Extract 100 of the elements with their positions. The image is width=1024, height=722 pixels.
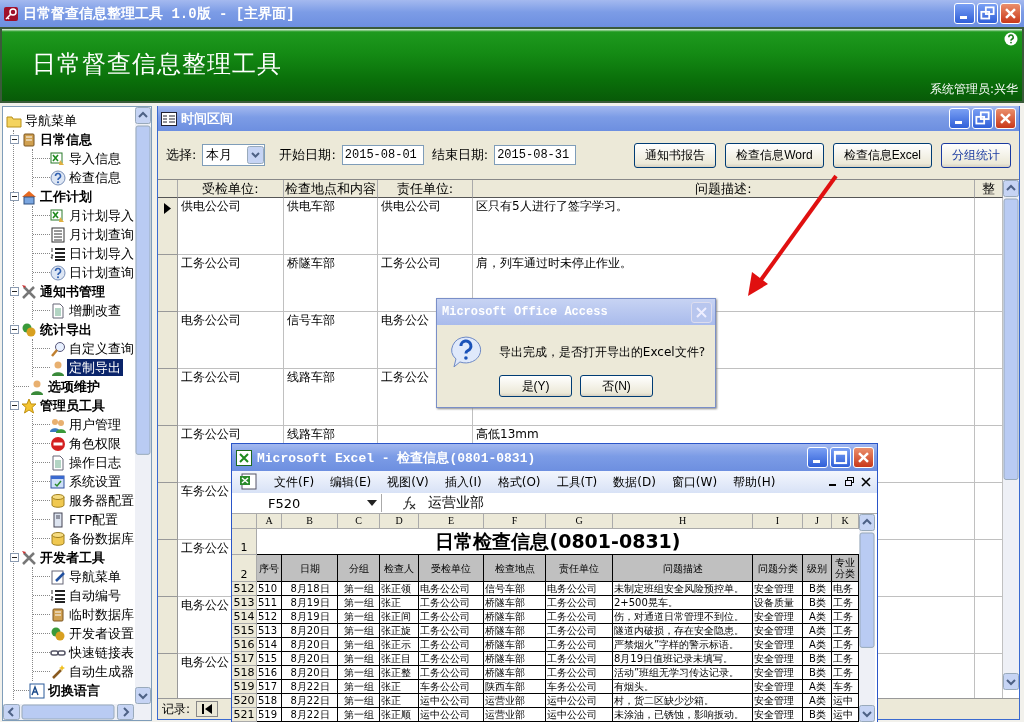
tree-item[interactable]: 用户管理 [67,416,123,433]
record-selector[interactable] [158,198,178,255]
function-icon[interactable] [402,496,416,510]
column-letter[interactable]: I [753,514,803,529]
tree-item[interactable]: 日常信息 [38,131,94,148]
maximize-button[interactable] [830,447,851,468]
column-letter[interactable]: F [484,514,546,529]
column-letter[interactable]: H [613,514,753,529]
vertical-scrollbar[interactable] [135,107,151,704]
row-number[interactable]: 518 [232,666,257,680]
tree-item[interactable]: 选项维护 [46,378,102,395]
sheet-cell: 张正旋 [380,624,419,638]
table-cell: 工务公公司 [178,369,284,426]
tree-item[interactable]: 自定义查询 [67,340,135,357]
sheet-cell: 安全管理 [753,624,803,638]
tree-item[interactable]: 检查信息 [67,169,123,186]
tree-item[interactable]: 服务器配置 [67,492,135,509]
row-number[interactable]: 517 [232,652,257,666]
column-header[interactable]: 问题描述: [473,180,975,198]
vertical-scrollbar[interactable] [1003,180,1019,690]
tree-item[interactable]: 定制导出 [67,359,123,376]
row-number[interactable]: 1 [232,529,257,555]
tree-item[interactable]: 临时数据库 [67,606,135,623]
horizontal-scrollbar[interactable] [3,704,151,720]
column-letter[interactable]: B [282,514,338,529]
collapse-toggle-icon[interactable] [10,287,19,296]
tree-item[interactable]: 导航菜单 [23,112,79,129]
tree-item[interactable]: 自动编号 [67,587,123,604]
tree-item[interactable]: 日计划查询 [67,264,135,281]
collapse-toggle-icon[interactable] [10,401,19,410]
column-letter[interactable]: K [832,514,859,529]
dialog-button[interactable]: 是(Y) [499,375,572,397]
column-header[interactable]: 检查地点和内容 [284,180,378,198]
start-date-field[interactable]: 2015-08-01 [341,145,424,165]
sheet-cell: 桥隧车部 [484,652,546,666]
tree-item[interactable]: 操作日志 [67,454,123,471]
toolbar-button[interactable]: 分组统计 [941,142,1011,168]
row-number[interactable]: 519 [232,680,257,694]
tree-item[interactable]: 月计划查询 [67,226,135,243]
tree-item[interactable]: 通知书管理 [38,283,107,300]
minimize-button[interactable] [949,108,970,129]
column-letter[interactable]: A [257,514,282,529]
row-number[interactable]: 513 [232,596,257,610]
row-number[interactable]: 515 [232,624,257,638]
row-number[interactable]: 512 [232,582,257,596]
period-dropdown[interactable]: 本月 [202,144,266,166]
tree-item[interactable]: 日计划导入 [67,245,135,262]
collapse-toggle-icon[interactable] [10,135,19,144]
tree-item[interactable]: 导入信息 [67,150,123,167]
row-number[interactable]: 520 [232,694,257,708]
end-date-field[interactable]: 2015-08-31 [494,145,577,165]
name-box[interactable]: F520 [232,494,382,512]
tree-item[interactable]: 备份数据库 [67,530,135,547]
tree-item[interactable]: 自动生成器 [67,663,135,680]
tree-item[interactable]: 导航菜单 [67,568,123,585]
tree-item[interactable]: 切换语言 [46,682,102,699]
vertical-scrollbar[interactable] [859,514,875,722]
restore-button[interactable] [972,108,993,129]
tree-item[interactable]: 开发者工具 [38,549,107,566]
tree-item[interactable]: 统计导出 [38,321,94,338]
restore-icon[interactable] [844,476,855,488]
tree-item[interactable]: 工作计划 [38,188,94,205]
question-icon [50,264,66,281]
tree-item[interactable]: 开发者设置 [67,625,135,642]
minimize-button[interactable] [807,447,828,468]
column-letter[interactable]: C [338,514,380,529]
first-record-button[interactable] [196,701,219,717]
tree-item[interactable]: 月计划导入 [67,207,135,224]
tree-item[interactable]: 快速链接表 [67,644,135,661]
tree-item[interactable]: FTP配置 [67,511,121,528]
column-letter[interactable]: D [380,514,419,529]
row-number[interactable]: 2 [232,555,257,582]
column-letter[interactable]: J [803,514,832,529]
minimize-button[interactable] [954,3,975,24]
row-number[interactable]: 516 [232,638,257,652]
tree-item[interactable]: 增删改查 [67,302,123,319]
help-icon[interactable] [1004,32,1018,46]
toolbar-button[interactable]: 通知书报告 [634,142,717,168]
column-letter[interactable]: E [419,514,484,529]
sheet-cell: 8月18日 [282,582,338,596]
dialog-button[interactable]: 否(N) [580,375,653,397]
collapse-toggle-icon[interactable] [10,192,19,201]
menu-item[interactable]: 视图(V) [387,473,429,491]
toolbar-button[interactable]: 检查信息Word [725,142,824,168]
tree-item[interactable]: 管理员工具 [38,397,107,414]
column-header[interactable]: 整 [975,180,1003,198]
column-header[interactable]: 责任单位: [378,180,473,198]
close-icon[interactable] [861,476,871,488]
row-number[interactable]: 521 [232,708,257,722]
collapse-toggle-icon[interactable] [10,553,19,562]
sheet-cell: 工务公公司 [419,666,484,680]
toolbar-button[interactable]: 检查信息Excel [832,142,932,168]
row-number[interactable]: 514 [232,610,257,624]
column-letter[interactable]: G [546,514,613,529]
restore-button[interactable] [977,3,998,24]
formula-field[interactable]: 运营业部 [428,494,484,512]
collapse-toggle-icon[interactable] [10,325,19,334]
tree-item[interactable]: 系统设置 [67,473,123,490]
column-header[interactable]: 受检单位: [178,180,284,198]
tree-item[interactable]: 角色权限 [67,435,123,452]
